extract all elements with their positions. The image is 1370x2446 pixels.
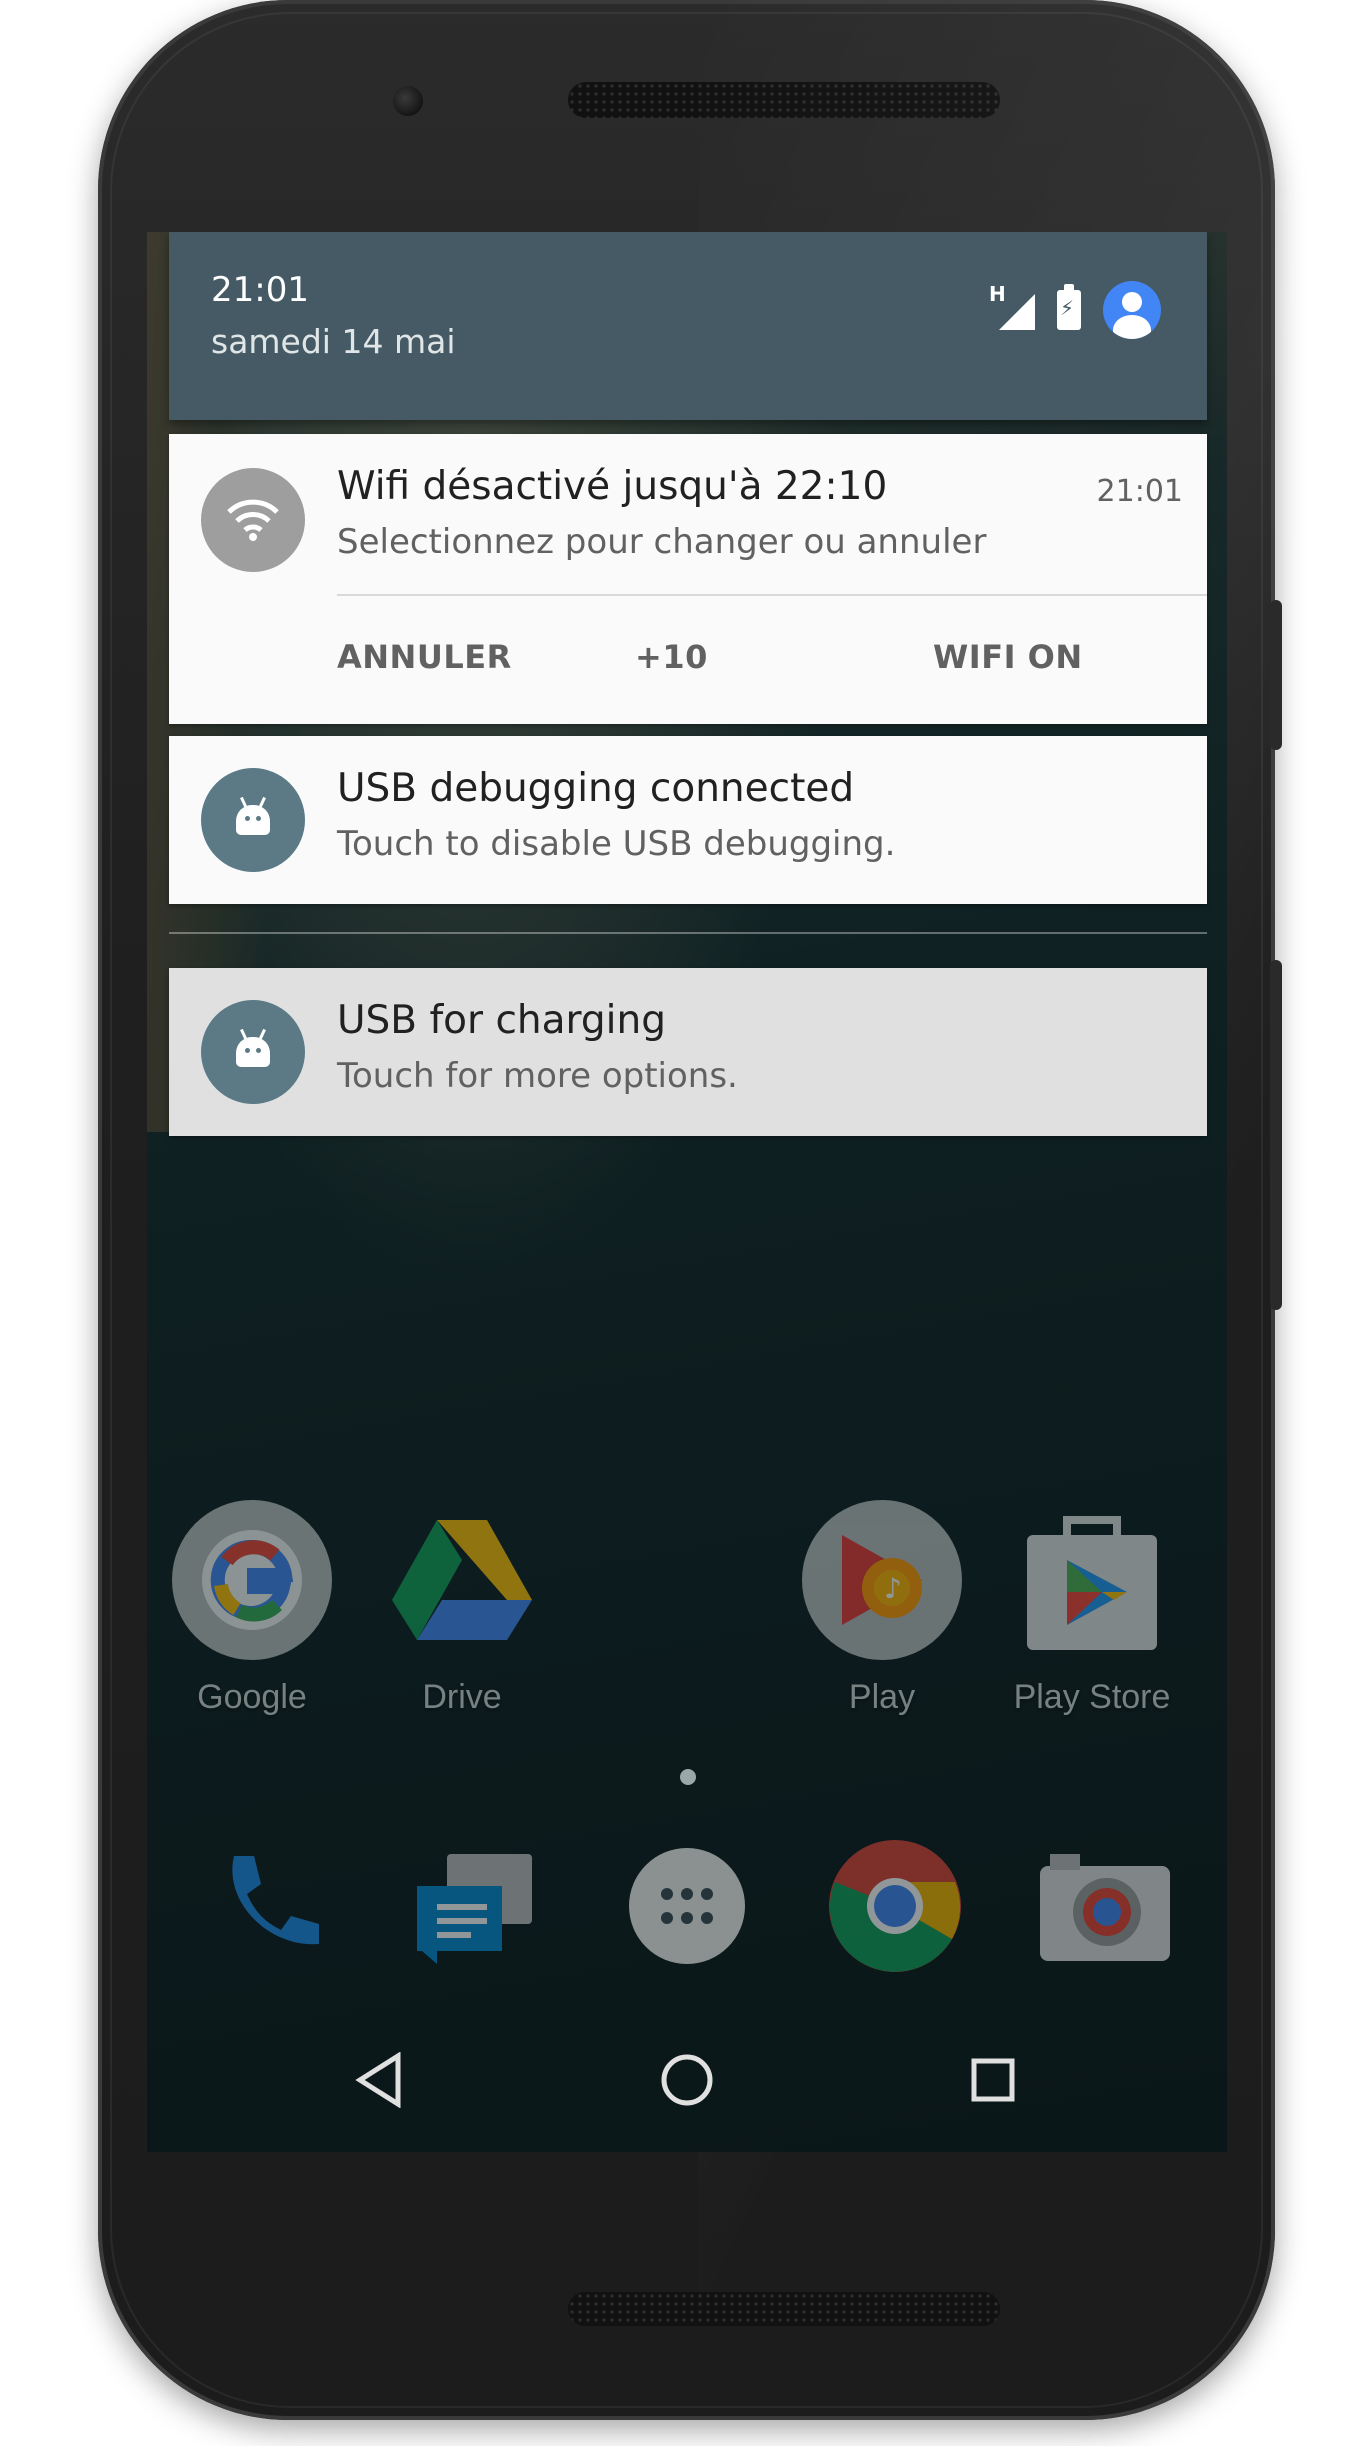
action-plus-ten-button[interactable]: +10 bbox=[635, 638, 708, 676]
app-label: Google bbox=[197, 1678, 307, 1716]
notification-title: Wifi désactivé jusqu'à 22:10 bbox=[337, 464, 888, 509]
volume-button[interactable] bbox=[1270, 960, 1282, 1310]
app-label: Play Store bbox=[1013, 1678, 1171, 1716]
notification-text: Touch for more options. bbox=[337, 1056, 738, 1096]
wifi-icon bbox=[227, 499, 279, 541]
back-icon[interactable] bbox=[343, 2044, 415, 2116]
clock-date: samedi 14 mai bbox=[211, 322, 456, 361]
notification-shade-header[interactable]: 21:01 samedi 14 mai H bbox=[169, 232, 1207, 420]
notification-text: Touch to disable USB debugging. bbox=[337, 824, 896, 864]
status-icons: H bbox=[989, 280, 1161, 340]
user-avatar-icon[interactable] bbox=[1103, 281, 1161, 339]
notification-icon-usb-debugging bbox=[201, 768, 305, 872]
clock-time: 21:01 bbox=[211, 270, 309, 310]
notification-title: USB debugging connected bbox=[337, 766, 855, 811]
app-play-store[interactable]: Play Store bbox=[1007, 1500, 1177, 1717]
notification-section-divider bbox=[169, 932, 1207, 934]
app-google[interactable]: Google bbox=[167, 1500, 337, 1717]
notification-divider bbox=[337, 594, 1207, 596]
notification-usb-charging[interactable]: USB for charging Touch for more options. bbox=[169, 968, 1207, 1136]
front-camera bbox=[393, 86, 423, 116]
action-annuler-button[interactable]: ANNULER bbox=[337, 638, 512, 676]
app-label: Play bbox=[848, 1678, 916, 1716]
app-label: Drive bbox=[422, 1678, 502, 1716]
app-drive[interactable]: Drive bbox=[377, 1500, 547, 1717]
notification-usb-debugging[interactable]: USB debugging connected Touch to disable… bbox=[169, 736, 1207, 904]
notification-icon-wifi bbox=[201, 468, 305, 572]
app-drawer-icon[interactable] bbox=[617, 1836, 757, 1976]
play-store-icon bbox=[1012, 1500, 1172, 1660]
camera-icon[interactable] bbox=[1035, 1836, 1175, 1976]
signal-icon: H bbox=[989, 282, 1035, 330]
bottom-speaker bbox=[568, 2292, 1000, 2326]
notification-icon-usb-charging bbox=[201, 1000, 305, 1104]
app-play[interactable]: ♪ Play bbox=[797, 1500, 967, 1717]
home-icon[interactable] bbox=[651, 2044, 723, 2116]
android-icon bbox=[236, 1037, 270, 1067]
android-icon bbox=[236, 805, 270, 835]
recents-icon[interactable] bbox=[957, 2044, 1029, 2116]
top-speaker bbox=[568, 82, 1000, 118]
phone-icon[interactable] bbox=[199, 1836, 339, 1976]
page-indicator bbox=[680, 1769, 696, 1785]
google-folder-icon bbox=[172, 1500, 332, 1660]
play-folder-icon: ♪ bbox=[802, 1500, 962, 1660]
action-wifi-on-button[interactable]: WIFI ON bbox=[933, 638, 1083, 676]
svg-text:♪: ♪ bbox=[884, 1572, 902, 1605]
messenger-icon[interactable] bbox=[407, 1836, 547, 1976]
notification-text: Selectionnez pour changer ou annuler bbox=[337, 522, 987, 562]
navigation-bar bbox=[147, 2008, 1227, 2152]
notification-wifi[interactable]: Wifi désactivé jusqu'à 22:10 Selectionne… bbox=[169, 434, 1207, 724]
drive-icon bbox=[382, 1500, 542, 1660]
chrome-icon[interactable] bbox=[825, 1836, 965, 1976]
notification-time: 21:01 bbox=[1096, 474, 1183, 509]
screen: Google Drive ♪ Play Play Store 21:01 sam… bbox=[147, 232, 1227, 2152]
notification-title: USB for charging bbox=[337, 998, 666, 1043]
battery-charging-icon bbox=[1057, 284, 1081, 330]
power-button[interactable] bbox=[1270, 600, 1282, 750]
